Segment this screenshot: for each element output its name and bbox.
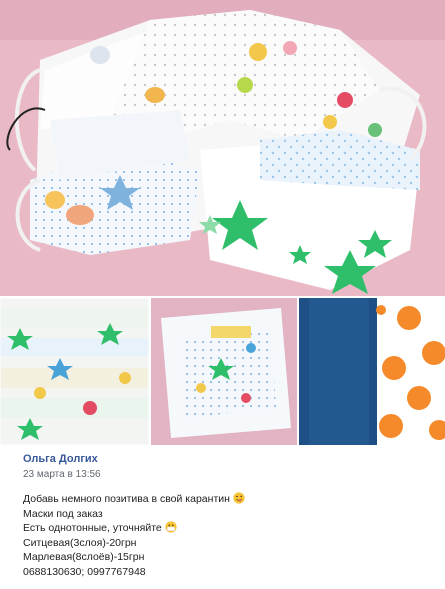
thumbnail-3[interactable]	[299, 298, 445, 445]
photo-thumbnails	[0, 298, 445, 445]
post-text-line-1: Добавь немного позитива в свой карантин	[23, 493, 230, 505]
masks-stack-image	[0, 298, 149, 445]
post-content: Ольга Долгих 23 марта в 13:56 Добавь нем…	[0, 445, 445, 589]
author-name-link[interactable]: Ольга Долгих	[23, 453, 98, 465]
blue-and-polka-dot-fabric-image	[299, 298, 445, 445]
masks-fan-image	[0, 0, 445, 296]
post-text-line: Есть однотонные, уточняйте	[23, 521, 433, 536]
post-text-line-2: Маски под заказ	[23, 507, 103, 520]
post-text-line-4: Ситцевая(3слоя)-20грн	[23, 536, 137, 549]
thumbnail-1[interactable]	[0, 298, 149, 445]
medical-mask-face-icon	[165, 521, 177, 533]
phone-numbers: 0688130630; 0997767948	[23, 565, 146, 578]
winking-face-tongue-icon	[233, 492, 245, 504]
post-text-line-3: Есть однотонные, уточняйте	[23, 522, 162, 535]
masks-pile-image	[151, 298, 297, 445]
post-text-line: Добавь немного позитива в свой карантин	[23, 492, 433, 507]
post-text: Добавь немного позитива в свой карантин …	[23, 492, 433, 580]
thumbnail-2[interactable]	[151, 298, 297, 445]
post-timestamp-link[interactable]: 23 марта в 13:56	[23, 469, 101, 480]
post-text-line: Ситцевая(3слоя)-20грн	[23, 536, 433, 551]
post-card: Ольга Долгих 23 марта в 13:56 Добавь нем…	[0, 0, 445, 589]
post-text-line: 0688130630; 0997767948	[23, 565, 433, 580]
post-text-line-5: Марлевая(8слоёв)-15грн	[23, 551, 145, 564]
main-photo[interactable]	[0, 0, 445, 296]
post-text-line: Марлевая(8слоёв)-15грн	[23, 550, 433, 565]
post-text-line: Маски под заказ	[23, 507, 433, 522]
